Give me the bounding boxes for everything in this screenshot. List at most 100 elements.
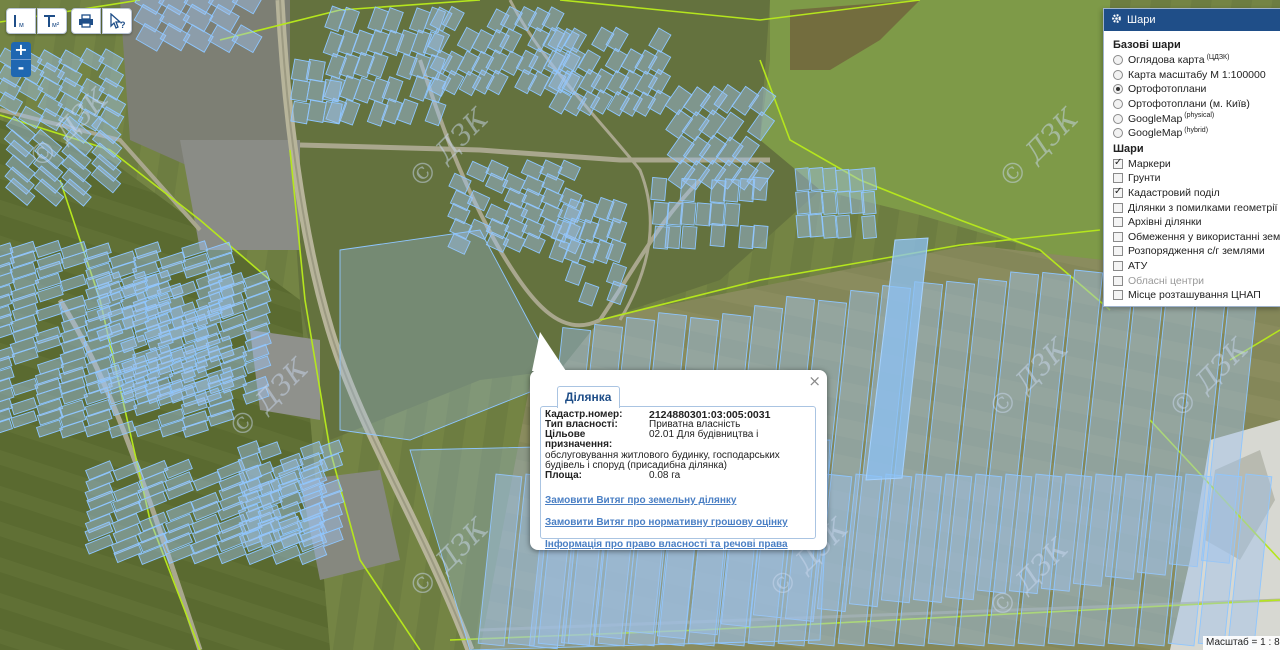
overlay-layer-option[interactable]: Маркери — [1113, 157, 1280, 172]
cadastral-parcel[interactable] — [751, 176, 769, 201]
overlay-layer-option[interactable]: Місце розташування ЦНАП — [1113, 288, 1280, 303]
ownership-rights-link[interactable]: Інформація про право власності та речові… — [545, 539, 811, 550]
order-parcel-extract-link[interactable]: Замовити Витяг про земельну ділянку — [545, 495, 811, 506]
checkbox — [1113, 275, 1123, 286]
order-valuation-extract-link[interactable]: Замовити Витяг про нормативну грошову оц… — [545, 517, 811, 528]
layers-panel-header[interactable]: Шари — [1104, 9, 1280, 31]
overlay-layer-option[interactable]: Кадастровий поділ — [1113, 186, 1280, 201]
svg-text:м²: м² — [52, 22, 60, 29]
base-layer-sup: (physical) — [1184, 112, 1215, 120]
purpose-value-continued: обслуговування житлового будинку, господ… — [545, 450, 780, 471]
overlay-layer-label: Місце розташування ЦНАП — [1128, 289, 1261, 302]
checkbox[interactable] — [1113, 186, 1123, 199]
cadastral-parcel[interactable] — [821, 214, 838, 239]
cadastral-parcel[interactable] — [679, 178, 697, 203]
cadastral-parcel[interactable] — [807, 213, 824, 238]
base-layer-option[interactable]: Ортофотоплани (м. Київ) — [1113, 97, 1280, 112]
parcel-info-popup: × Ділянка Кадастр.номер: 2124880301:03:0… — [530, 332, 827, 550]
cadastral-parcel[interactable] — [794, 167, 811, 192]
area-label: Площа: — [545, 470, 582, 481]
ruler-area-icon: м² — [44, 15, 60, 29]
checkbox[interactable] — [1113, 217, 1123, 228]
cadastral-parcel[interactable] — [835, 168, 851, 193]
base-layer-option[interactable]: GoogleMap (physical) — [1113, 111, 1280, 126]
base-layers-heading: Базові шари — [1113, 39, 1181, 51]
base-layer-option[interactable]: Оглядова карта (ЦДЗК) — [1113, 53, 1280, 68]
overlay-layer-label: Ділянки з помилками геометрії — [1128, 201, 1278, 214]
orthophoto-map[interactable]: © ДЗК © ДЗК © ДЗК © ДЗК © ДЗК © ДЗК © ДЗК © ДЗК… — [0, 0, 1280, 650]
radio-button[interactable] — [1113, 128, 1123, 139]
base-layer-option[interactable]: GoogleMap (hybrid) — [1113, 126, 1280, 141]
radio-button[interactable] — [1113, 99, 1123, 110]
base-layer-option[interactable]: Карта масштабу М 1:100000 — [1113, 68, 1280, 83]
svg-text:м: м — [19, 22, 24, 29]
cadastral-parcel[interactable] — [860, 190, 877, 215]
overlay-layer-option[interactable]: Обмеження у використанні земель — [1113, 230, 1280, 245]
cadastral-parcel[interactable] — [290, 100, 311, 125]
zoom-control: + - — [11, 42, 31, 77]
checkbox[interactable] — [1113, 231, 1123, 242]
cadastral-parcel[interactable] — [708, 202, 726, 227]
printer-icon — [79, 14, 93, 28]
purpose-value-first-line: 02.01 Для будівництва і — [649, 429, 759, 440]
base-layer-label: Ортофотоплани — [1128, 83, 1207, 96]
radio-button[interactable] — [1113, 84, 1123, 95]
tab-parcel[interactable]: Ділянка — [557, 386, 621, 408]
checkbox[interactable] — [1113, 290, 1123, 301]
base-layer-label: Ортофотоплани (м. Київ) — [1128, 98, 1250, 111]
overlay-layer-option[interactable]: Грунти — [1113, 171, 1280, 186]
layers-panel-title: Шари — [1127, 14, 1156, 26]
cadastral-parcel[interactable] — [664, 225, 682, 250]
cadastral-parcel[interactable] — [821, 190, 838, 215]
overlay-layers-heading: Шари — [1113, 142, 1144, 155]
zoom-out-button[interactable]: - — [11, 60, 31, 77]
base-layer-label: Оглядова карта — [1128, 54, 1205, 67]
info-pointer-button[interactable]: ? — [102, 8, 132, 34]
overlay-layer-label: Архівні ділянки — [1128, 216, 1202, 229]
checkbox[interactable] — [1113, 202, 1123, 213]
cadastral-parcel[interactable] — [723, 202, 741, 227]
pointer-question-icon: ? — [110, 13, 126, 29]
cadastral-parcel[interactable] — [650, 176, 668, 202]
cadastral-parcel[interactable] — [680, 225, 698, 250]
cadastral-parcel[interactable] — [861, 167, 878, 192]
overlay-layer-label: Обмеження у використанні земель — [1128, 230, 1280, 243]
cadastral-parcel[interactable] — [305, 58, 326, 83]
cadastral-parcel[interactable] — [751, 224, 769, 249]
checkbox[interactable] — [1113, 261, 1123, 272]
measure-length-button[interactable]: м — [6, 8, 36, 34]
cadastral-parcel[interactable] — [861, 215, 877, 240]
checkbox[interactable] — [1113, 173, 1123, 184]
parcel-info-content: Кадастр.номер: 2124880301:03:005:0031 Ти… — [540, 406, 816, 550]
overlay-layer-label: Розпорядження с/г землями — [1128, 245, 1265, 258]
cadastral-parcel[interactable] — [709, 223, 727, 248]
measure-area-button[interactable]: м² — [37, 8, 67, 34]
base-layer-option[interactable]: Ортофотоплани — [1113, 82, 1280, 97]
checkbox[interactable] — [1113, 246, 1123, 257]
cadastral-parcel[interactable] — [807, 190, 824, 215]
overlay-layer-option[interactable]: АТУ — [1113, 259, 1280, 274]
cadastral-parcel[interactable] — [835, 214, 852, 239]
base-layer-sup: (ЦДЗК) — [1206, 53, 1230, 61]
cadastral-parcel[interactable] — [723, 178, 740, 203]
overlay-layer-option[interactable]: Архівні ділянки — [1113, 215, 1280, 230]
radio-button[interactable] — [1113, 113, 1123, 124]
overlay-layer-option[interactable]: Розпорядження с/г землями — [1113, 244, 1280, 259]
cadastral-parcel[interactable] — [321, 78, 343, 103]
overlay-layer-option[interactable]: Ділянки з помилками геометрії — [1113, 200, 1280, 215]
cadastral-parcel[interactable] — [652, 201, 669, 226]
radio-button[interactable] — [1113, 55, 1123, 66]
area-row: Площа: 0.08 га — [545, 471, 811, 481]
cadastral-parcel[interactable] — [835, 190, 852, 215]
base-layer-label: GoogleMap — [1128, 127, 1183, 140]
radio-button[interactable] — [1113, 69, 1123, 80]
checkbox[interactable] — [1113, 157, 1123, 169]
cadastral-parcel[interactable] — [679, 201, 697, 226]
purpose-label: Цільове призначення: — [545, 429, 613, 450]
close-icon[interactable]: × — [808, 372, 821, 390]
cadastral-parcel[interactable] — [322, 100, 343, 125]
print-button[interactable] — [71, 8, 101, 34]
cadastral-parcel[interactable] — [808, 167, 825, 191]
overlay-layer-label: Кадастровий поділ — [1128, 187, 1220, 200]
scale-readout: Масштаб = 1 : 8528 — [1203, 636, 1280, 650]
